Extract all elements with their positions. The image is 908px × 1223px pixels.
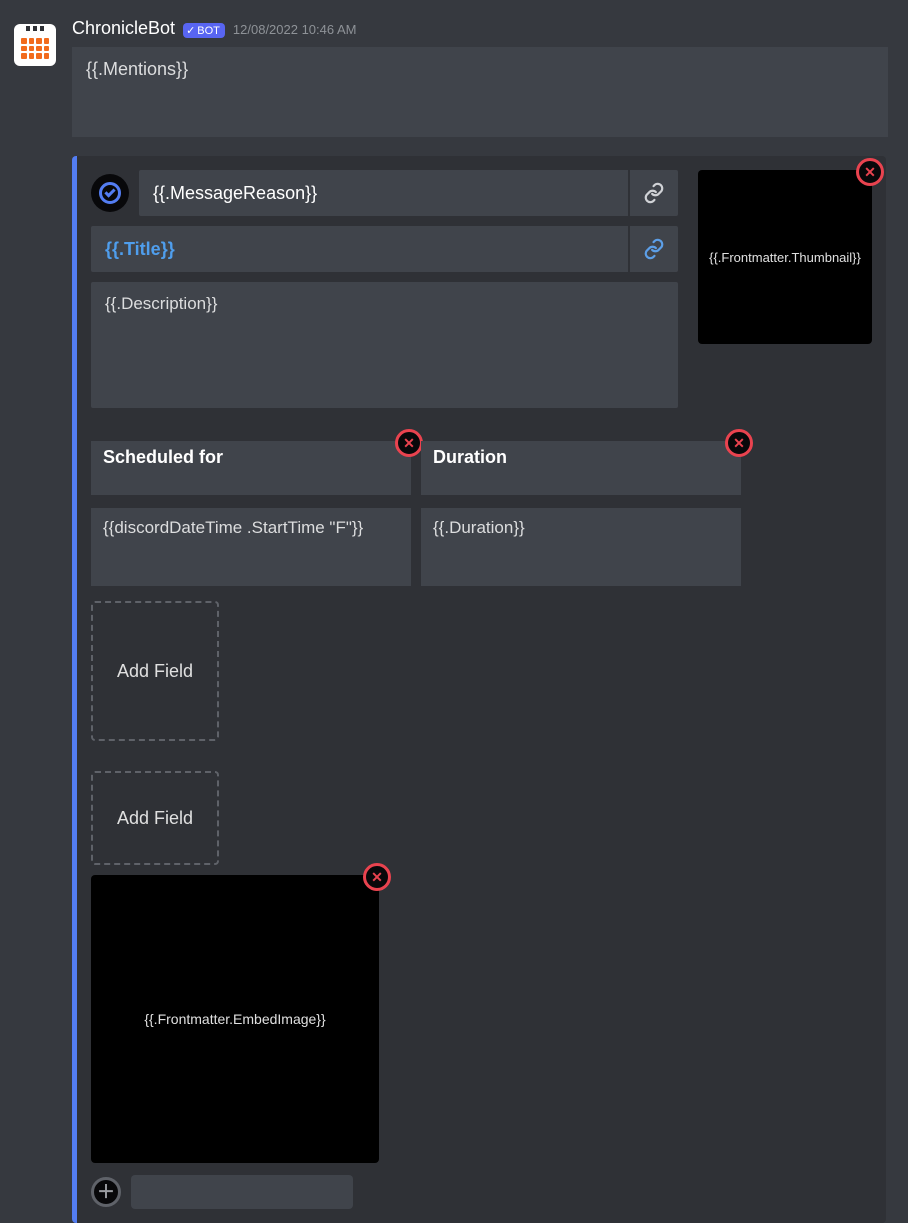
title-link-button[interactable] [628,226,678,272]
fields-area: ✕ ✕ Add Field [91,441,872,865]
close-icon: ✕ [403,436,415,450]
add-field-label: Add Field [117,808,193,829]
author-icon-button[interactable] [91,174,129,212]
embed-image-placeholder[interactable]: {{.Frontmatter.EmbedImage}} [91,875,379,1163]
link-icon [643,182,665,204]
field-item: ✕ [421,441,741,591]
bot-avatar [14,24,56,66]
add-field-button[interactable]: Add Field [91,771,219,865]
field-name-input[interactable] [421,441,741,495]
content-input[interactable] [72,47,888,137]
embed-editor: {{.Frontmatter.Thumbnail}} ✕ ✕ [72,156,886,1223]
field-name-input[interactable] [91,441,411,495]
close-icon: ✕ [733,436,745,450]
check-circle-icon [99,182,121,204]
author-text-input[interactable] [139,170,628,216]
footer-icon-add-button[interactable]: ＋ [91,1177,121,1207]
close-icon: ✕ [864,165,876,179]
message-header: ChronicleBot ✓ BOT 12/08/2022 10:46 AM [72,18,894,39]
author-name: ChronicleBot [72,18,175,39]
message-content: ChronicleBot ✓ BOT 12/08/2022 10:46 AM [72,18,894,1223]
add-field-label: Add Field [117,661,193,682]
footer-text-input[interactable] [131,1175,353,1209]
field-delete-button[interactable]: ✕ [395,429,423,457]
author-link-button[interactable] [628,170,678,216]
thumbnail-label: {{.Frontmatter.Thumbnail}} [709,250,861,265]
title-input[interactable] [91,226,628,272]
add-field-button[interactable]: Add Field [91,601,219,741]
field-value-input[interactable] [421,508,741,586]
image-delete-button[interactable]: ✕ [363,863,391,891]
field-value-input[interactable] [91,508,411,586]
verified-check-icon: ✓ [186,24,195,37]
thumbnail-delete-button[interactable]: ✕ [856,158,884,186]
close-icon: ✕ [371,870,383,884]
description-input[interactable] [91,282,678,408]
field-item: ✕ [91,441,411,591]
plus-icon: ＋ [97,1183,115,1201]
field-delete-button[interactable]: ✕ [725,429,753,457]
embed-image-label: {{.Frontmatter.EmbedImage}} [144,1011,325,1027]
bot-label: BOT [197,25,220,37]
bot-tag: ✓ BOT [183,23,225,38]
message-timestamp: 12/08/2022 10:46 AM [233,22,357,37]
footer-row: ＋ [91,1175,872,1209]
message: ChronicleBot ✓ BOT 12/08/2022 10:46 AM [14,18,894,1223]
thumbnail-placeholder[interactable]: {{.Frontmatter.Thumbnail}} [698,170,872,344]
link-icon [643,238,665,260]
